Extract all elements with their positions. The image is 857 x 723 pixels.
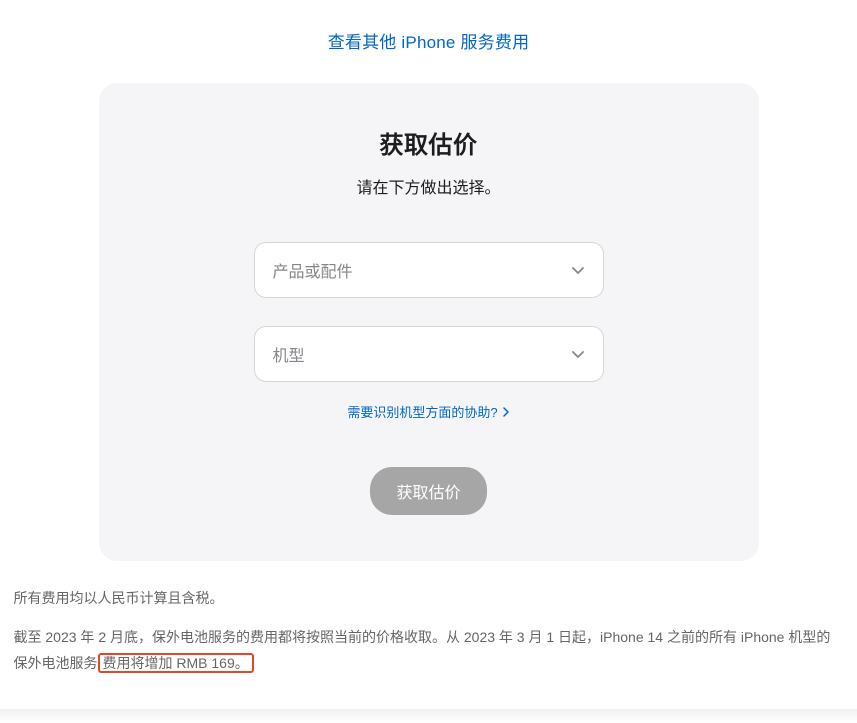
identify-model-help-link[interactable]: 需要识别机型方面的协助?: [347, 402, 509, 421]
footnote-price-change: 截至 2023 年 2 月底，保外电池服务的费用都将按照当前的价格收取。从 20…: [14, 624, 844, 677]
card-title: 获取估价: [159, 125, 699, 160]
chevron-right-icon: [502, 407, 510, 417]
footnotes: 所有费用均以人民币计算且含税。 截至 2023 年 2 月底，保外电池服务的费用…: [14, 585, 844, 699]
product-select-wrap: 产品或配件: [254, 242, 604, 298]
chevron-down-icon: [571, 263, 585, 277]
model-select-wrap: 机型: [254, 326, 604, 382]
bottom-shadow: [0, 709, 857, 723]
other-services-link[interactable]: 查看其他 iPhone 服务费用: [328, 33, 530, 52]
help-link-label: 需要识别机型方面的协助?: [347, 402, 497, 421]
estimate-card: 获取估价 请在下方做出选择。 产品或配件 机型 需要识别机型方面的协助?: [99, 83, 759, 561]
chevron-down-icon: [571, 347, 585, 361]
submit-wrap: 获取估价: [159, 467, 699, 515]
product-select-placeholder: 产品或配件: [273, 258, 353, 282]
model-select-placeholder: 机型: [273, 342, 305, 366]
footnote-tax: 所有费用均以人民币计算且含税。: [14, 585, 844, 612]
product-select[interactable]: 产品或配件: [254, 242, 604, 298]
card-subtitle: 请在下方做出选择。: [159, 174, 699, 198]
price-increase-highlight: 费用将增加 RMB 169。: [98, 653, 254, 673]
top-link-row: 查看其他 iPhone 服务费用: [12, 0, 845, 71]
get-estimate-button[interactable]: 获取估价: [370, 467, 486, 515]
model-select[interactable]: 机型: [254, 326, 604, 382]
